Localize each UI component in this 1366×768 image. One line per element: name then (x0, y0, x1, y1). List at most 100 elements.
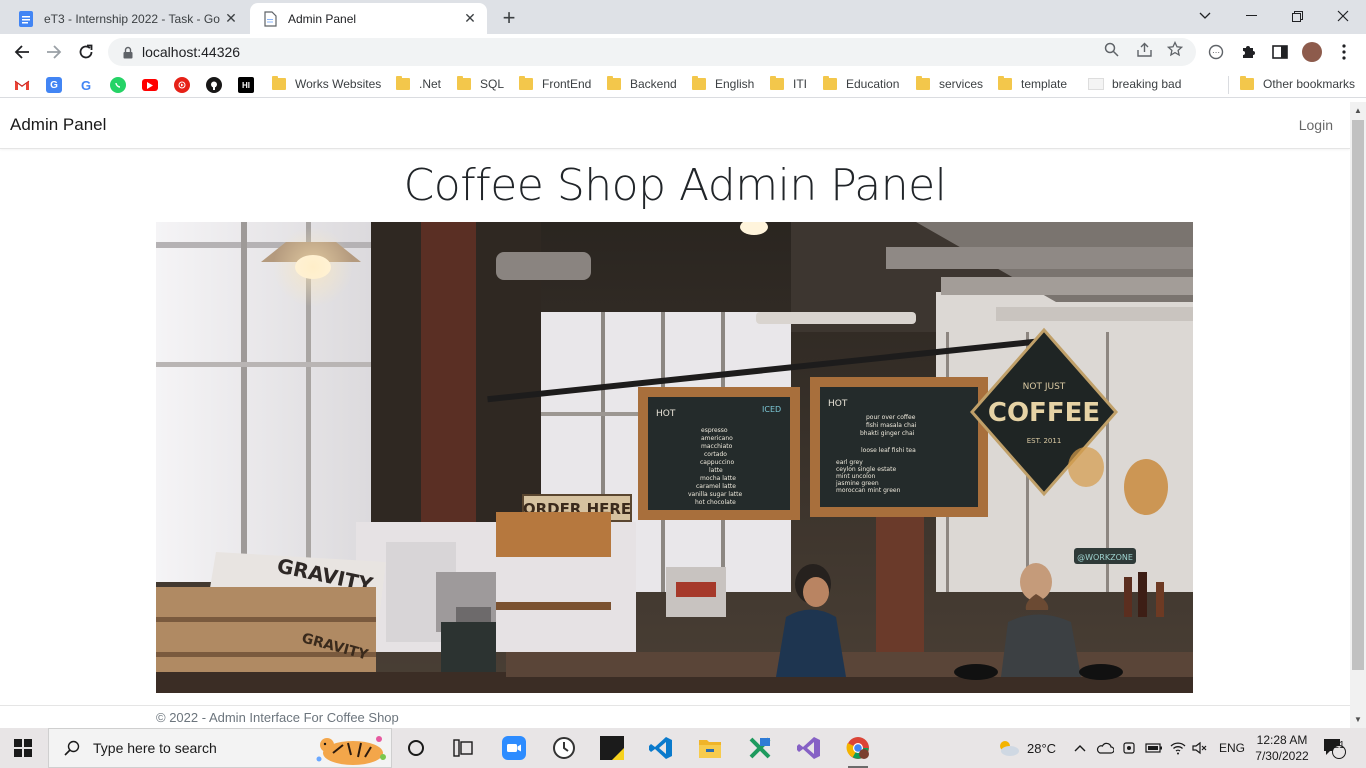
bookmark-label: Backend (630, 77, 677, 91)
bookmark-breaking-bad[interactable]: breaking bad (1088, 75, 1181, 93)
file-explorer-icon[interactable] (696, 734, 724, 762)
youtube-icon[interactable] (142, 79, 158, 91)
reload-button[interactable] (72, 38, 100, 66)
bookmark-label: Other bookmarks (1263, 77, 1356, 91)
address-bar[interactable]: localhost:44326 (108, 38, 1196, 66)
close-tab-icon[interactable]: ✕ (461, 10, 479, 28)
language-indicator[interactable]: ENG (1219, 728, 1245, 768)
site-navbar: Admin Panel Login (0, 102, 1350, 149)
navbar-brand[interactable]: Admin Panel (10, 115, 106, 135)
bookmark-education[interactable]: Education (823, 75, 899, 93)
menu-item: loose leaf fishi tea (861, 447, 916, 454)
restore-button[interactable] (1274, 0, 1320, 32)
search-highlight-tiger-icon[interactable] (313, 731, 391, 767)
bookmark-label: English (715, 77, 755, 91)
bookmark-sql[interactable]: SQL (457, 75, 504, 93)
sign-not-just: NOT JUST (1023, 382, 1066, 392)
new-tab-button[interactable]: + (497, 5, 521, 30)
weather-widget[interactable]: 28°C (996, 728, 1056, 768)
bookmark-label: ITI (793, 77, 807, 91)
bookmark-star-icon[interactable] (1166, 40, 1184, 58)
menu-item: ceylon single estate (836, 466, 896, 473)
meet-now-icon[interactable] (1121, 728, 1137, 768)
excel-like-app-icon[interactable] (746, 734, 774, 762)
extensions-puzzle-icon[interactable] (1238, 42, 1258, 62)
whatsapp-icon[interactable] (110, 77, 126, 93)
profile-avatar[interactable] (1302, 42, 1322, 62)
wifi-icon[interactable] (1170, 728, 1186, 768)
menu-item: cortado (704, 451, 727, 458)
zoom-app-icon[interactable] (500, 734, 528, 762)
bookmark-works-websites[interactable]: Works Websites (272, 75, 381, 93)
close-window-button[interactable] (1320, 0, 1366, 32)
tab-admin-panel[interactable]: Admin Panel ✕ (250, 3, 487, 34)
bookmark-frontend[interactable]: FrontEnd (519, 75, 591, 93)
taskbar-search-box[interactable]: Type here to search (48, 728, 392, 768)
clock-app-icon[interactable] (550, 734, 578, 762)
folder-icon (692, 76, 706, 90)
bookmark-dotnet[interactable]: .Net (396, 75, 441, 93)
bookmark-english[interactable]: English (692, 75, 754, 93)
menu-item: mocha latte (700, 475, 736, 482)
bookmark-iti[interactable]: ITI (770, 75, 807, 93)
google-translate-icon[interactable]: G (46, 77, 62, 93)
menu-item: pour over coffee (866, 414, 916, 421)
volume-muted-icon[interactable] (1192, 728, 1208, 768)
page-scrollbar[interactable]: ▲ ▼ (1350, 102, 1366, 728)
minimize-button[interactable] (1228, 0, 1274, 32)
chrome-icon[interactable] (844, 734, 872, 768)
tab-internship-task[interactable]: eT3 - Internship 2022 - Task - Go ✕ (6, 3, 248, 34)
share-icon[interactable] (1135, 40, 1153, 58)
sticky-notes-icon[interactable] (598, 734, 626, 762)
scroll-down-icon[interactable]: ▼ (1353, 714, 1363, 724)
bookmarks-bar: G G HI Works Websites .Net SQL FrontEnd … (0, 70, 1366, 98)
menu-item: moroccan mint green (836, 487, 901, 494)
extension-circle-icon[interactable]: ⋯ (1206, 42, 1226, 62)
github-icon[interactable] (206, 77, 222, 93)
menu-item: macchiato (701, 443, 733, 450)
bookmark-other-bookmarks[interactable]: Other bookmarks (1240, 75, 1355, 93)
visual-studio-icon[interactable] (795, 734, 823, 762)
folder-icon (1240, 76, 1254, 90)
sign-workzone: @WORKZONE (1077, 553, 1133, 562)
task-view-icon[interactable] (449, 734, 477, 762)
forward-button[interactable] (40, 38, 68, 66)
browser-tab-strip: eT3 - Internship 2022 - Task - Go ✕ Admi… (0, 0, 1366, 34)
bookmark-label: services (939, 77, 984, 91)
gmail-icon[interactable] (14, 77, 30, 93)
bookmark-backend[interactable]: Backend (607, 75, 677, 93)
windows-taskbar: Type here to search 28°C ENG 12:28 AM 7/… (0, 728, 1366, 768)
lock-icon[interactable] (120, 46, 136, 59)
onedrive-icon[interactable] (1096, 728, 1114, 768)
login-link[interactable]: Login (1299, 117, 1333, 133)
google-icon[interactable]: G (78, 77, 94, 93)
tray-chevron-up-icon[interactable] (1074, 728, 1086, 768)
scrollbar-thumb[interactable] (1352, 120, 1364, 670)
vscode-icon[interactable] (647, 734, 675, 762)
coursera-style-icon[interactable]: HI (238, 77, 254, 93)
folder-icon (770, 76, 784, 90)
system-clock[interactable]: 12:28 AM 7/30/2022 (1252, 732, 1312, 764)
windows-start-icon[interactable] (14, 739, 32, 757)
folder-icon (272, 76, 286, 90)
page-viewport: Admin Panel Login Coffee Shop Admin Pane… (0, 102, 1350, 728)
youtube-music-icon[interactable] (174, 77, 190, 93)
menu-item: earl grey (836, 459, 863, 466)
bookmark-template[interactable]: template (998, 75, 1067, 93)
menu-item: espresso (701, 427, 728, 434)
bookmark-services[interactable]: services (916, 75, 983, 93)
menu-kebab-icon[interactable] (1334, 42, 1354, 62)
scroll-up-icon[interactable]: ▲ (1353, 105, 1363, 115)
side-panel-icon[interactable] (1270, 42, 1290, 62)
close-tab-icon[interactable]: ✕ (222, 10, 240, 28)
cortana-icon[interactable] (402, 734, 430, 762)
tab-search-chevron-icon[interactable] (1182, 0, 1228, 32)
bookmark-label: SQL (480, 77, 505, 91)
notification-center-icon[interactable]: 21 (1322, 728, 1346, 768)
battery-icon[interactable] (1145, 728, 1163, 768)
back-button[interactable] (8, 38, 36, 66)
coffee-shop-photo: HOT ICED espresso americano macchiato co… (156, 222, 1193, 693)
folder-icon (916, 76, 930, 90)
zoom-icon[interactable] (1102, 40, 1120, 58)
bookmarks-divider (1228, 76, 1229, 94)
